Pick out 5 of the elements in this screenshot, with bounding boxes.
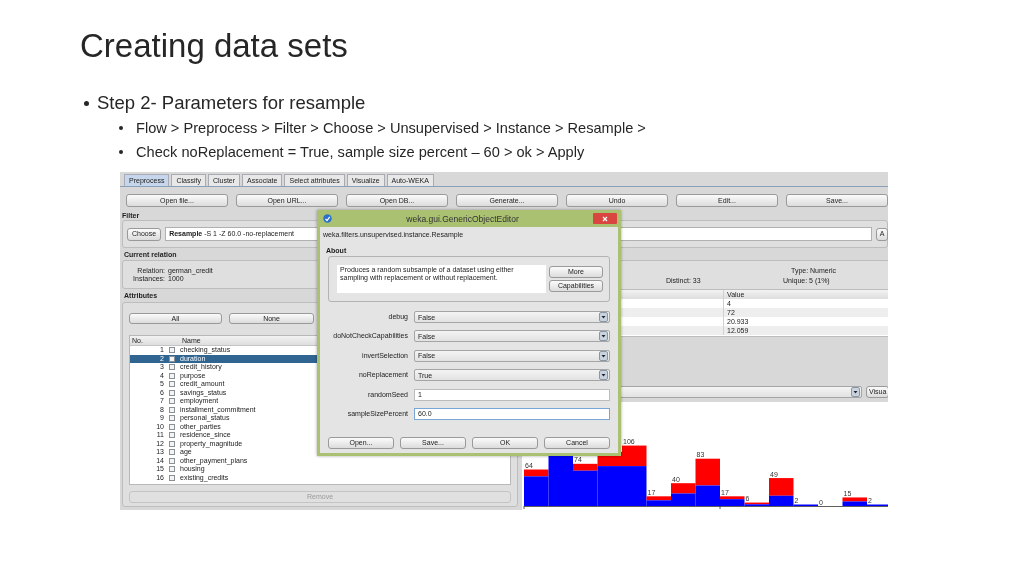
dialog-title: weka.gui.GenericObjectEditor [405, 213, 520, 224]
bullet-text: Check noReplacement = True, sample size percent – 60 > ok > Apply [136, 144, 585, 160]
bullet-text: Step 2- Parameters for resample [97, 92, 366, 114]
slide-title: Creating data sets [80, 27, 348, 64]
bullet-text: Flow > Preprocess > Filter > Choose > Unsupervised > Instance > Resample > [136, 120, 646, 136]
